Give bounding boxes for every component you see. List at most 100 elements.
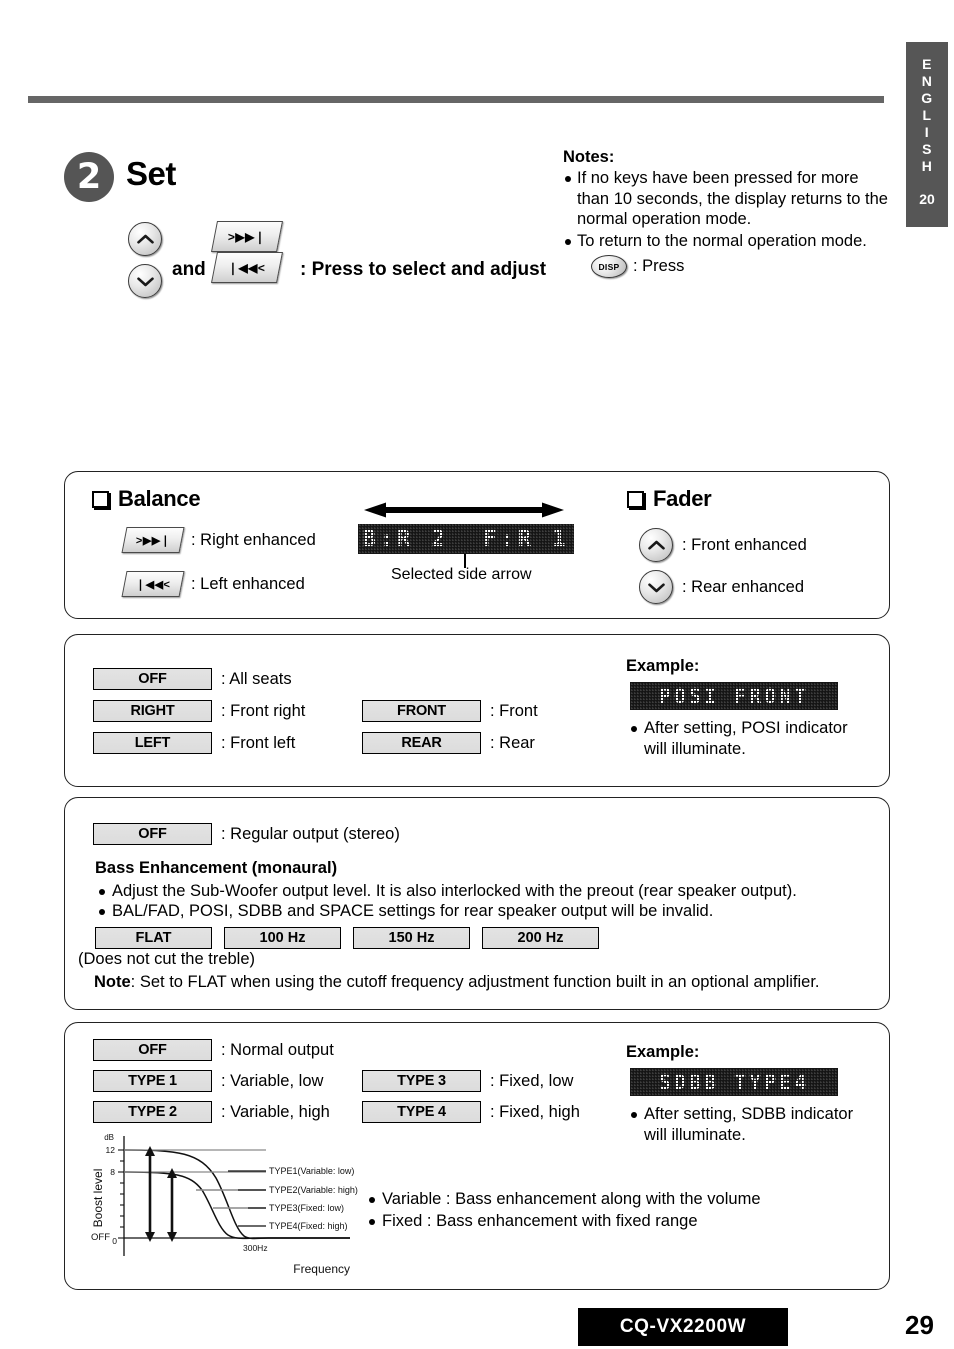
type-bullet: Variable : Bass enhancement along with t… <box>368 1189 802 1210</box>
model-name: CQ-VX2200W <box>619 1316 747 1337</box>
disp-button-icon[interactable]: DISP <box>591 255 627 278</box>
down-button-icon[interactable] <box>639 570 673 604</box>
y-tick-0: 0 <box>112 1236 117 1246</box>
balance-section-title: Balance <box>92 486 201 512</box>
seek-back-glyph: ❘◀◀< <box>135 578 171 591</box>
type-option-row: OFF : Normal output <box>93 1039 334 1061</box>
fader-rear-row: : Rear enhanced <box>639 570 804 604</box>
note-item: To return to the normal operation mode. <box>563 231 893 252</box>
seek-back-glyph: ❘◀◀< <box>228 260 266 275</box>
type-chip-type4[interactable]: TYPE 4 <box>362 1101 481 1123</box>
type-option-row: TYPE 4 : Fixed, high <box>362 1101 580 1123</box>
sdbb-chip-off[interactable]: OFF <box>93 823 212 845</box>
y-ticks <box>118 1149 124 1239</box>
checkbox-square-icon <box>92 490 109 508</box>
header-divider <box>28 96 884 103</box>
fader-front-row: : Front enhanced <box>639 528 807 562</box>
type-chip-type1[interactable]: TYPE 1 <box>93 1070 212 1092</box>
fader-title-text: Fader <box>653 486 712 511</box>
type-desc: : Fixed, high <box>490 1102 580 1121</box>
freq-chip-100hz[interactable]: 100 Hz <box>224 927 341 949</box>
disp-button-row: DISP : Press <box>591 255 893 278</box>
page-number: 29 <box>905 1310 934 1340</box>
note-item: If no keys have been pressed for more th… <box>563 168 893 230</box>
seek-forward-key-icon[interactable]: >▶▶❘ <box>121 527 185 553</box>
y-axis-label: Boost level <box>91 1169 105 1228</box>
model-badge: CQ-VX2200W <box>578 1308 788 1346</box>
freq-chip-150hz[interactable]: 150 Hz <box>353 927 470 949</box>
freq-chip-flat[interactable]: FLAT <box>95 927 212 949</box>
language-letter: G <box>921 90 933 106</box>
posi-desc: : Front left <box>221 733 296 752</box>
balance-title-text: Balance <box>118 486 201 511</box>
notes-block: Notes: If no keys have been pressed for … <box>563 148 893 278</box>
y-off-label: OFF <box>91 1232 110 1243</box>
sdbb-example-lcd-text: SDBB TYPE4 <box>658 1070 810 1094</box>
notes-list: If no keys have been pressed for more th… <box>563 168 893 251</box>
type-chip-type3[interactable]: TYPE 3 <box>362 1070 481 1092</box>
posi-chip-rear[interactable]: REAR <box>362 732 481 754</box>
type-chip-off[interactable]: OFF <box>93 1039 212 1061</box>
balance-left-row: ❘◀◀< : Left enhanced <box>121 571 305 597</box>
language-letter: H <box>921 158 933 174</box>
sdbb-example-note: After setting, SDBB indicator will illum… <box>630 1104 874 1145</box>
bass-bullet: BAL/FAD, POSI, SDBB and SPACE settings f… <box>98 901 872 922</box>
language-letter: I <box>924 124 930 140</box>
posi-chip-right[interactable]: RIGHT <box>93 700 212 722</box>
type-option-row: TYPE 3 : Fixed, low <box>362 1070 573 1092</box>
seek-forward-glyph: >▶▶❘ <box>135 534 171 547</box>
posi-desc: : Rear <box>490 733 535 752</box>
posi-option-row: REAR : Rear <box>362 732 535 754</box>
seek-forward-key-icon[interactable]: >▶▶❘ <box>210 221 284 252</box>
up-button-icon[interactable] <box>128 222 162 256</box>
boost-frequency-chart: dB 12 8 0 OFF 300Hz Frequency Boost leve… <box>88 1128 358 1278</box>
selected-side-caption: Selected side arrow <box>391 566 532 583</box>
posi-chip-left[interactable]: LEFT <box>93 732 212 754</box>
y-unit-label: dB <box>104 1133 114 1142</box>
seek-back-key-icon[interactable]: ❘◀◀< <box>121 571 185 597</box>
seek-key-pair[interactable]: >▶▶❘ ❘◀◀< <box>210 221 284 283</box>
balance-left-label: : Left enhanced <box>191 574 305 593</box>
posi-example-note: After setting, POSI indicator will illum… <box>630 718 874 759</box>
down-button-icon[interactable] <box>128 264 162 298</box>
treble-note: (Does not cut the treble) <box>78 950 256 968</box>
type-option-row: TYPE 2 : Variable, high <box>93 1101 330 1123</box>
language-letter: S <box>922 141 932 157</box>
note-label: Note <box>94 973 131 991</box>
type-desc: : Fixed, low <box>490 1071 574 1090</box>
language-letter: L <box>922 107 932 123</box>
x-tick-300hz: 300Hz <box>243 1243 268 1253</box>
language-letter: E <box>922 56 932 72</box>
type-desc: : Normal output <box>221 1040 334 1059</box>
freq-chip-200hz[interactable]: 200 Hz <box>482 927 599 949</box>
press-instruction: : Press to select and adjust <box>300 259 547 280</box>
type-chip-type2[interactable]: TYPE 2 <box>93 1101 212 1123</box>
posi-option-row: FRONT : Front <box>362 700 538 722</box>
language-tab: E N G L I S H 20 <box>906 42 948 227</box>
seek-back-key-icon[interactable]: ❘◀◀< <box>210 252 284 283</box>
type-option-row: TYPE 1 : Variable, low <box>93 1070 323 1092</box>
posi-desc: : Front <box>490 701 538 720</box>
section-number: 20 <box>919 191 935 207</box>
legend-type2: TYPE2(Variable: high) <box>269 1185 358 1195</box>
balance-right-row: >▶▶❘ : Right enhanced <box>121 527 316 553</box>
sdbb-off-desc: : Regular output (stereo) <box>221 824 400 843</box>
fader-front-label: : Front enhanced <box>682 535 807 554</box>
fader-section-title: Fader <box>627 486 712 512</box>
control-illustration: and >▶▶❘ ❘◀◀< : Press to select and adju… <box>128 221 568 298</box>
type-desc: : Variable, low <box>221 1071 324 1090</box>
posi-example-heading: Example: <box>626 657 700 675</box>
legend-type4: TYPE4(Fixed: high) <box>269 1221 348 1231</box>
posi-desc: : Front right <box>221 701 306 720</box>
legend-type3: TYPE3(Fixed: low) <box>269 1203 344 1213</box>
fader-rear-label: : Rear enhanced <box>682 577 805 596</box>
posi-example-lcd: POSI FRONT <box>630 682 838 710</box>
and-label: and <box>172 259 206 280</box>
checkbox-square-icon <box>627 490 644 508</box>
sdbb-example-lcd: SDBB TYPE4 <box>630 1068 838 1096</box>
posi-option-row: RIGHT : Front right <box>93 700 305 722</box>
posi-chip-front[interactable]: FRONT <box>362 700 481 722</box>
up-button-icon[interactable] <box>639 528 673 562</box>
posi-chip-off[interactable]: OFF <box>93 668 212 690</box>
manual-page: E N G L I S H 20 2 Set and >▶▶❘ ❘◀◀< : P… <box>0 0 954 1349</box>
